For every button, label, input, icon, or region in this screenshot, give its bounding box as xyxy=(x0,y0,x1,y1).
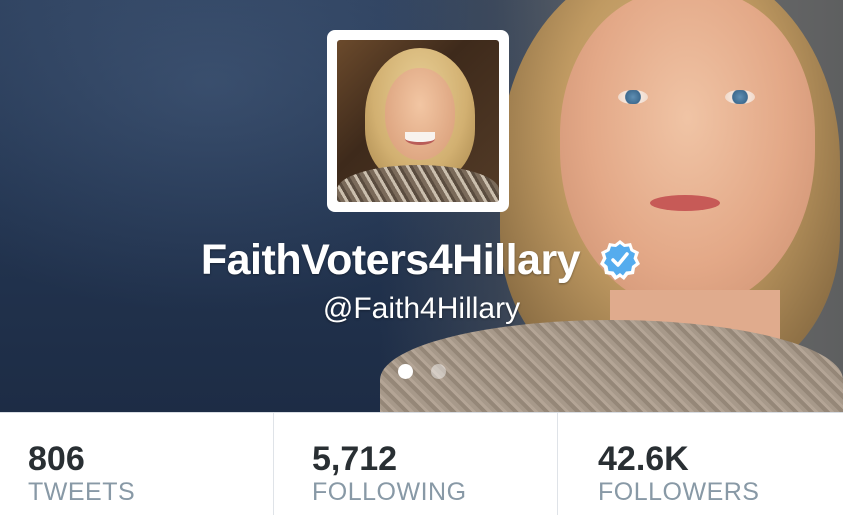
avatar-frame[interactable] xyxy=(327,30,509,212)
page-dot-active[interactable] xyxy=(397,364,413,379)
banner-photo-lips xyxy=(650,195,720,211)
stat-label: TWEETS xyxy=(28,478,136,506)
banner-photo-eye-right xyxy=(725,90,755,104)
page-dot[interactable] xyxy=(430,364,446,379)
stat-label: FOLLOWING xyxy=(312,478,467,506)
stat-value: 42.6K xyxy=(598,440,689,478)
verified-badge-icon xyxy=(598,238,642,282)
avatar-body xyxy=(337,165,499,202)
handle: @Faith4Hillary xyxy=(322,292,521,325)
avatar-face xyxy=(385,68,455,160)
avatar[interactable] xyxy=(337,40,499,202)
banner-page-indicator[interactable] xyxy=(0,364,843,379)
name-row: FaithVoters4Hillary xyxy=(0,230,843,290)
avatar-smile xyxy=(405,132,435,145)
stat-tweets[interactable]: 806 TWEETS xyxy=(0,413,274,515)
stat-followers[interactable]: 42.6K FOLLOWERS xyxy=(558,413,843,515)
profile-header: FaithVoters4Hillary @Faith4Hillary xyxy=(0,0,843,412)
display-name: FaithVoters4Hillary xyxy=(200,235,581,284)
stat-value: 806 xyxy=(28,440,85,478)
profile-stats-bar: 806 TWEETS 5,712 FOLLOWING 42.6K FOLLOWE… xyxy=(0,412,843,515)
stat-value: 5,712 xyxy=(312,440,398,478)
stat-label: FOLLOWERS xyxy=(598,478,760,506)
stat-following[interactable]: 5,712 FOLLOWING xyxy=(274,413,558,515)
banner-photo-eye-left xyxy=(618,90,648,104)
